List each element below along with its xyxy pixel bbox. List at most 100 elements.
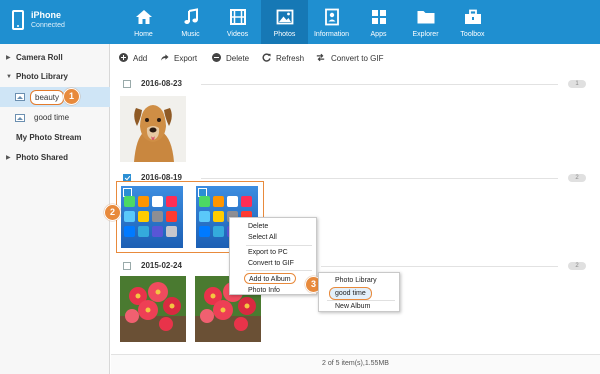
sidebar-label: Photo Shared <box>16 153 69 162</box>
app-tile <box>138 226 149 237</box>
nav-videos-label: Videos <box>226 31 249 38</box>
context-menu: Delete Select All Export to PC Convert t… <box>229 217 317 295</box>
menu-item-select-all[interactable]: Select All <box>248 232 277 243</box>
sidebar-item-photo-shared[interactable]: ▶ Photo Shared <box>0 148 110 168</box>
app-tile <box>213 211 224 222</box>
add-button[interactable]: Add <box>119 52 147 66</box>
music-icon <box>183 8 198 24</box>
sidebar-item-beauty[interactable]: beauty <box>0 87 110 107</box>
nav-music[interactable]: Music <box>167 0 214 44</box>
divider <box>321 266 558 267</box>
app-tile <box>124 226 135 237</box>
group-date: 2016-08-23 <box>141 79 182 88</box>
submenu-item-good-time[interactable]: good time <box>329 287 372 300</box>
nav-photos[interactable]: Photos <box>261 0 308 44</box>
minus-icon <box>212 53 221 62</box>
nav-explorer-label: Explorer <box>412 31 439 38</box>
app-tile <box>138 211 149 222</box>
main-nav: Home Music Videos Photos Information App… <box>120 0 496 44</box>
sidebar-item-photo-library[interactable]: ▼ Photo Library <box>0 67 110 87</box>
menu-item-export-pc[interactable]: Export to PC <box>248 247 288 258</box>
flowers-photo <box>120 276 186 342</box>
date-group-header: 2016-08-23 1 <box>111 76 600 92</box>
album-icon <box>15 114 25 122</box>
photo-thumbnail-flowers[interactable] <box>120 276 186 342</box>
app-tile <box>199 226 210 237</box>
sidebar-label: Photo Library <box>16 72 69 81</box>
expand-arrow-icon: ▶ <box>6 55 11 61</box>
refresh-icon <box>262 53 271 62</box>
app-tile <box>166 226 177 237</box>
app-tile <box>213 226 224 237</box>
app-tile <box>199 211 210 222</box>
group-date: 2015-02-24 <box>141 261 182 270</box>
sidebar-label: good time <box>34 113 70 122</box>
convert-gif-button[interactable]: Convert to GIF <box>316 52 383 66</box>
app-tile <box>166 196 177 207</box>
nav-toolbox-label: Toolbox <box>460 31 485 38</box>
photo-icon <box>276 9 293 25</box>
convert-label: Convert to GIF <box>331 54 384 63</box>
plus-icon <box>119 53 128 62</box>
device-name: iPhone <box>31 10 62 20</box>
submenu-item-new-album[interactable]: New Album <box>335 301 370 312</box>
nav-home[interactable]: Home <box>120 0 167 44</box>
contacts-icon <box>324 8 339 26</box>
app-tile <box>124 211 135 222</box>
refresh-label: Refresh <box>276 54 305 63</box>
sidebar-label: My Photo Stream <box>16 133 82 142</box>
device-status: Connected <box>31 22 65 29</box>
nav-apps-label: Apps <box>370 31 387 38</box>
menu-item-convert-gif[interactable]: Convert to GIF <box>248 258 294 269</box>
refresh-button[interactable]: Refresh <box>262 52 304 66</box>
photo-thumbnail-screenshot[interactable] <box>119 184 185 250</box>
top-bar: iPhone Connected Home Music Videos Photo… <box>0 0 600 44</box>
app-tile <box>213 196 224 207</box>
sidebar-item-my-photo-stream[interactable]: My Photo Stream <box>0 128 110 148</box>
group-count-badge: 1 <box>568 80 586 88</box>
nav-information[interactable]: Information <box>308 0 355 44</box>
nav-explorer[interactable]: Explorer <box>402 0 449 44</box>
group-checkbox[interactable] <box>123 80 131 88</box>
photo-thumbnail-dog[interactable] <box>120 96 186 162</box>
menu-item-add-to-album[interactable]: Add to Album <box>244 273 296 284</box>
app-tile <box>138 196 149 207</box>
export-icon <box>160 54 169 61</box>
sidebar-label: Camera Roll <box>16 53 63 62</box>
app-tile <box>152 196 163 207</box>
group-checkbox[interactable] <box>123 262 131 270</box>
group-count-badge: 2 <box>568 262 586 270</box>
sidebar: ▶ Camera Roll ▼ Photo Library beauty goo… <box>0 44 110 374</box>
delete-label: Delete <box>226 54 250 63</box>
group-count-badge: 2 <box>568 174 586 182</box>
menu-item-photo-info[interactable]: Photo Info <box>248 285 280 296</box>
device-info[interactable]: iPhone Connected <box>0 0 110 44</box>
callout-badge: 1 <box>63 88 80 105</box>
app-tile <box>241 196 252 207</box>
delete-button[interactable]: Delete <box>212 52 249 66</box>
film-icon <box>229 9 246 25</box>
export-button[interactable]: Export <box>160 52 197 66</box>
app-tile <box>152 211 163 222</box>
folder-icon <box>417 11 434 24</box>
menu-item-delete[interactable]: Delete <box>248 221 268 232</box>
album-submenu: Photo Library good time New Album <box>318 272 400 312</box>
divider <box>201 84 558 85</box>
home-icon <box>135 10 152 24</box>
submenu-item-photo-library[interactable]: Photo Library <box>335 275 377 286</box>
nav-toolbox[interactable]: Toolbox <box>449 0 496 44</box>
status-bar: 2 of 5 item(s),1.55MB <box>111 354 600 374</box>
collapse-arrow-icon: ▼ <box>6 74 12 80</box>
nav-videos[interactable]: Videos <box>214 0 261 44</box>
convert-icon <box>316 53 325 62</box>
nav-music-label: Music <box>181 31 200 38</box>
phone-icon <box>12 10 24 30</box>
toolbar: Add Export Delete Refresh Convert to GIF <box>111 48 600 68</box>
nav-apps[interactable]: Apps <box>355 0 402 44</box>
menu-divider <box>246 245 312 246</box>
sidebar-item-good-time[interactable]: good time <box>0 108 110 128</box>
sidebar-item-camera-roll[interactable]: ▶ Camera Roll <box>0 48 110 68</box>
divider <box>201 178 558 179</box>
toolbox-icon <box>464 9 481 24</box>
album-icon <box>15 93 25 101</box>
